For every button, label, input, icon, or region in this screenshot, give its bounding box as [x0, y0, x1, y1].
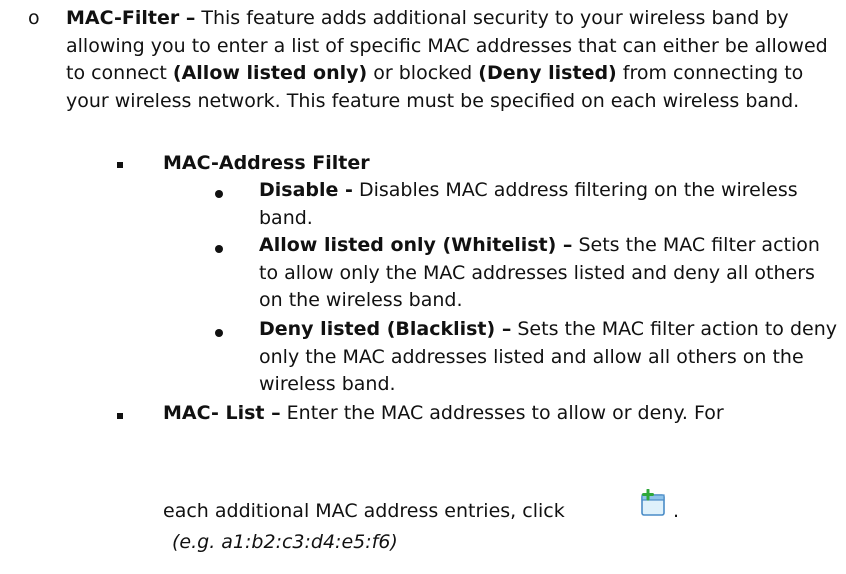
option-deny-label: Deny listed (Blacklist) –	[259, 318, 512, 340]
allow-listed-label: (Allow listed only)	[172, 62, 368, 84]
mac-list-desc-1: Enter the MAC addresses to allow or deny…	[280, 402, 724, 424]
square-bullet-2	[117, 413, 123, 419]
round-bullet-3	[215, 329, 223, 337]
list-bullet-circle: o	[28, 7, 40, 29]
mac-address-filter-heading: MAC-Address Filter	[163, 150, 370, 178]
mac-list-heading: MAC- List –	[163, 402, 281, 424]
mac-list-line2: each additional MAC address entries, cli…	[163, 500, 565, 522]
mac-filter-paragraph: MAC-Filter – This feature adds additiona…	[66, 5, 841, 115]
mac-filter-intro-2: or blocked	[367, 62, 479, 84]
square-bullet-1	[117, 162, 123, 168]
option-allow-label: Allow listed only (Whitelist) –	[259, 234, 573, 256]
add-entry-icon[interactable]	[640, 489, 666, 517]
mac-list-line1: MAC- List – Enter the MAC addresses to a…	[163, 400, 843, 428]
option-allow-listed: Allow listed only (Whitelist) – Sets the…	[259, 232, 839, 315]
mac-address-filter-heading-text: MAC-Address Filter	[163, 152, 370, 174]
mac-filter-title: MAC-Filter –	[66, 7, 196, 29]
option-deny-listed: Deny listed (Blacklist) – Sets the MAC f…	[259, 316, 839, 399]
mac-list-period: .	[673, 500, 680, 522]
round-bullet-1	[215, 190, 223, 198]
deny-listed-label: (Deny listed)	[478, 62, 617, 84]
mac-example: (e.g. a1:b2:c3:d4:e5:f6)	[172, 531, 398, 553]
option-disable: Disable - Disables MAC address filtering…	[259, 177, 839, 232]
option-disable-label: Disable -	[259, 179, 353, 201]
round-bullet-2	[215, 245, 223, 253]
